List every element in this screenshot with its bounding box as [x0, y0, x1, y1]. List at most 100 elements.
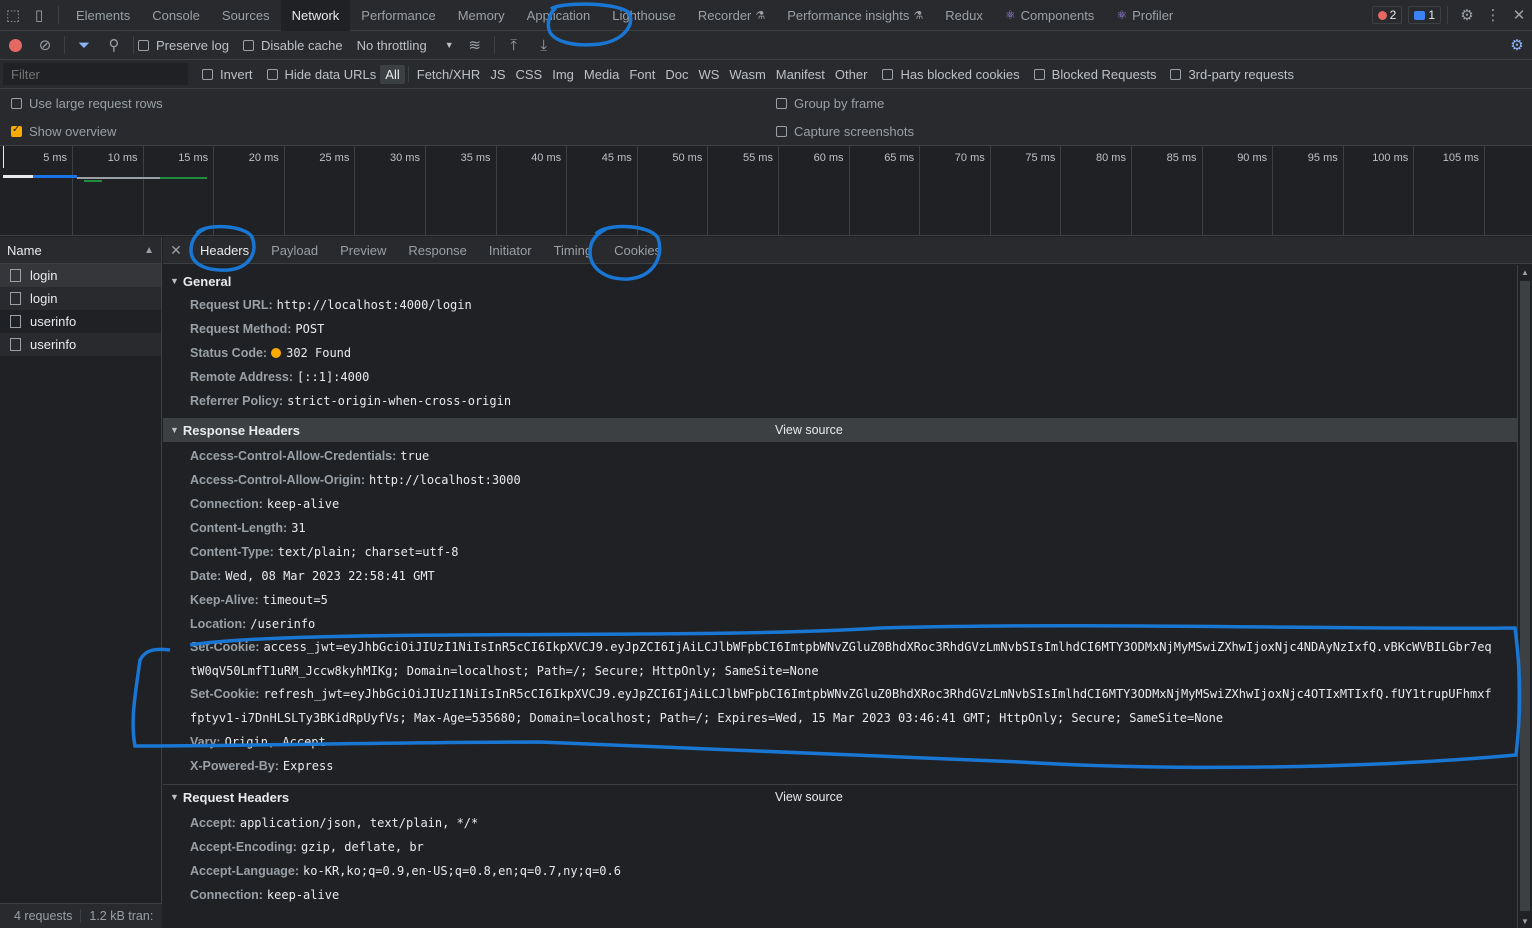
messages-badge[interactable]: 1: [1408, 6, 1441, 24]
tab-headers[interactable]: Headers: [189, 237, 260, 264]
request-row[interactable]: userinfo: [0, 310, 161, 333]
filter-type-css[interactable]: CSS: [511, 65, 548, 84]
settings-gear-icon[interactable]: ⚙: [1454, 0, 1480, 31]
large-rows-checkbox[interactable]: Use large request rows: [11, 96, 163, 111]
response-headers-section-header[interactable]: ▼ Response Headers View source: [163, 418, 1517, 442]
network-settings-button[interactable]: ⚙: [1502, 31, 1532, 60]
checkbox-box[interactable]: [776, 98, 787, 109]
has-blocked-cookies-checkbox[interactable]: Has blocked cookies: [882, 67, 1020, 82]
request-row[interactable]: userinfo: [0, 333, 161, 356]
timeline-bar-small: [84, 180, 102, 182]
tab-console[interactable]: Console: [141, 0, 211, 31]
tab-memory[interactable]: Memory: [447, 0, 516, 31]
header-value: Wed, 08 Mar 2023 22:58:41 GMT: [225, 569, 435, 583]
filter-input[interactable]: [3, 63, 188, 85]
tab-cookies[interactable]: Cookies: [603, 237, 672, 264]
more-options-icon[interactable]: ⋮: [1480, 0, 1506, 31]
timeline-tick-label: 60 ms: [813, 152, 844, 164]
filter-toggle-button[interactable]: ⏷: [69, 31, 99, 60]
search-button[interactable]: ⚲: [99, 31, 129, 60]
view-source-link[interactable]: View source: [775, 423, 843, 437]
timeline-gridline: [919, 146, 921, 236]
filter-type-ws[interactable]: WS: [693, 65, 724, 84]
request-row[interactable]: login: [0, 264, 161, 287]
timeline-selection-start[interactable]: [3, 146, 4, 168]
timeline-gridline: [1060, 146, 1062, 236]
tab-redux[interactable]: Redux: [934, 0, 994, 31]
checkbox-box[interactable]: [242, 39, 254, 51]
close-devtools-icon[interactable]: ✕: [1506, 0, 1532, 31]
checkbox-box[interactable]: [1033, 68, 1045, 80]
hide-data-urls-checkbox[interactable]: Hide data URLs: [266, 67, 376, 82]
general-section-header[interactable]: ▼ General: [163, 269, 1517, 293]
third-party-requests-checkbox[interactable]: 3rd-party requests: [1170, 67, 1294, 82]
tab-components[interactable]: ⚛ Components: [994, 0, 1105, 31]
request-headers-section-header[interactable]: ▼ Request Headers View source: [163, 785, 1517, 809]
invert-checkbox[interactable]: Invert: [202, 67, 253, 82]
filter-type-doc[interactable]: Doc: [660, 65, 693, 84]
import-har-button[interactable]: ⤒: [499, 31, 529, 60]
checkbox-box[interactable]: [138, 39, 149, 51]
tab-performance-insights[interactable]: Performance insights ⚗: [776, 0, 934, 31]
clear-button[interactable]: ⊘: [30, 31, 60, 60]
filter-type-font[interactable]: Font: [624, 65, 660, 84]
checkbox-box[interactable]: [202, 68, 213, 80]
blocked-requests-checkbox[interactable]: Blocked Requests: [1033, 67, 1156, 82]
tab-timing[interactable]: Timing: [543, 237, 604, 264]
checkbox-box[interactable]: [11, 98, 22, 109]
filter-type-wasm[interactable]: Wasm: [724, 65, 770, 84]
tab-payload[interactable]: Payload: [260, 237, 329, 264]
checkbox-box[interactable]: [882, 68, 894, 80]
tab-profiler[interactable]: ⚛ Profiler: [1105, 0, 1184, 31]
filter-type-img[interactable]: Img: [547, 65, 579, 84]
filter-type-fetch-xhr[interactable]: Fetch/XHR: [412, 65, 486, 84]
tab-recorder[interactable]: Recorder ⚗: [687, 0, 776, 31]
filter-type-other[interactable]: Other: [830, 65, 873, 84]
filter-type-js[interactable]: JS: [485, 65, 510, 84]
filter-type-media[interactable]: Media: [579, 65, 624, 84]
checkbox-box[interactable]: [1170, 68, 1182, 80]
tab-performance[interactable]: Performance: [350, 0, 446, 31]
tab-initiator[interactable]: Initiator: [478, 237, 543, 264]
capture-screenshots-checkbox[interactable]: Capture screenshots: [776, 124, 914, 139]
errors-badge[interactable]: 2: [1371, 6, 1403, 24]
scroll-up-icon[interactable]: ▲: [1521, 268, 1529, 277]
close-details-icon[interactable]: ✕: [163, 242, 189, 259]
device-toolbar-icon[interactable]: ▯: [26, 0, 52, 31]
details-scrollbar[interactable]: ▲ ▼: [1517, 265, 1532, 928]
scroll-down-icon[interactable]: ▼: [1521, 917, 1529, 926]
network-conditions-button[interactable]: ≋: [460, 31, 490, 60]
group-by-frame-checkbox[interactable]: Group by frame: [776, 96, 884, 111]
export-har-button[interactable]: ⤓: [529, 31, 559, 60]
messages-count: 1: [1428, 8, 1435, 22]
name-column-header[interactable]: Name ▲: [0, 237, 161, 264]
tab-preview[interactable]: Preview: [329, 237, 397, 264]
divider: [133, 36, 134, 54]
checkbox-box[interactable]: [266, 68, 278, 80]
checkbox-box-checked[interactable]: [11, 124, 22, 137]
inspect-element-icon[interactable]: ⬚: [0, 0, 26, 31]
tab-elements[interactable]: Elements: [65, 0, 141, 31]
filter-bar: Invert Hide data URLs All Fetch/XHR JS C…: [0, 60, 1532, 89]
view-source-link[interactable]: View source: [775, 790, 843, 804]
filter-type-manifest[interactable]: Manifest: [771, 65, 830, 84]
request-row[interactable]: login: [0, 287, 161, 310]
tab-network[interactable]: Network: [280, 0, 351, 31]
tab-response[interactable]: Response: [397, 237, 478, 264]
checkbox-box[interactable]: [776, 126, 787, 137]
filter-type-all[interactable]: All: [380, 64, 405, 84]
tab-application[interactable]: Application: [516, 0, 602, 31]
transferred-size: 1.2 kB tran:: [80, 909, 161, 923]
tab-lighthouse[interactable]: Lighthouse: [601, 0, 687, 31]
scrollbar-thumb[interactable]: [1520, 281, 1530, 911]
throttling-select[interactable]: No throttling ▼: [357, 38, 454, 53]
show-overview-checkbox[interactable]: Show overview: [11, 124, 116, 139]
network-overview-timeline[interactable]: 5 ms 10 ms 15 ms 20 ms 25 ms 30 ms 35 ms 40 ms 4…: [0, 146, 1532, 236]
disable-cache-checkbox[interactable]: Disable cache: [242, 38, 343, 53]
divider: [58, 6, 59, 24]
record-button[interactable]: [0, 31, 30, 60]
request-name: userinfo: [30, 337, 77, 352]
preserve-log-checkbox[interactable]: Preserve log: [138, 38, 229, 53]
timeline-tick-label: 70 ms: [954, 152, 985, 164]
tab-sources[interactable]: Sources: [211, 0, 281, 31]
